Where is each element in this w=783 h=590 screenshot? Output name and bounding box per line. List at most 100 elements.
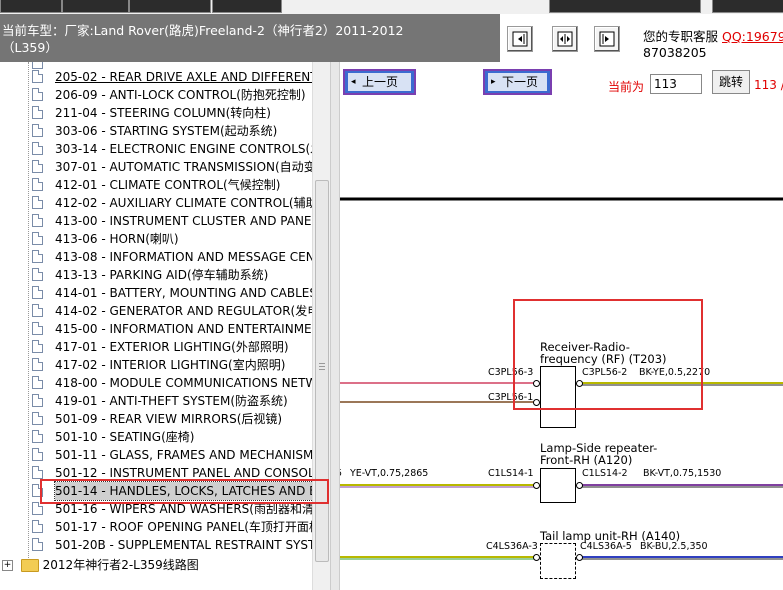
document-icon — [32, 430, 43, 443]
tree-item-label: 412-01 - CLIMATE CONTROL(气候控制) — [55, 178, 281, 192]
collapse-left-button[interactable] — [507, 26, 533, 52]
component-box[interactable] — [540, 543, 576, 579]
document-icon — [32, 160, 43, 173]
document-icon — [32, 340, 43, 353]
wire-label-prefix: 5 — [340, 468, 342, 479]
pin-connector — [576, 554, 583, 561]
document-icon — [32, 214, 43, 227]
tree-item-label: 501-17 - ROOF OPENING PANEL(车顶打开面板) — [55, 520, 326, 534]
tree-item-label: 413-06 - HORN(喇叭) — [55, 232, 179, 246]
pin-label: C4LS36A-5 — [580, 541, 632, 552]
split-view-button[interactable] — [552, 26, 578, 52]
document-icon — [32, 232, 43, 245]
tree-item-label: 303-14 - ELECTRONIC ENGINE CONTROLS(发 — [55, 142, 323, 156]
tree-item-label: 501-09 - REAR VIEW MIRRORS(后视镜) — [55, 412, 283, 426]
tree-item-label: 501-14 - HANDLES, LOCKS, LATCHES AND E — [54, 481, 318, 501]
pin-label: C3PL56-3 — [488, 367, 534, 378]
scrollbar-thumb[interactable] — [315, 180, 329, 562]
pin-connector — [576, 482, 583, 489]
document-icon — [32, 106, 43, 119]
tree-item-label: 415-00 - INFORMATION AND ENTERTAINMEN — [55, 322, 321, 336]
service-contact: 您的专职客服 QQ:19679 87038205 — [643, 29, 783, 61]
tree-item-label: 414-02 - GENERATOR AND REGULATOR(发电 — [55, 304, 320, 318]
document-icon — [32, 88, 43, 101]
header: 当前车型：厂家:Land Rover(路虎)Freeland-2（神行者2）20… — [0, 14, 783, 62]
top-toolbar-button[interactable] — [712, 0, 783, 13]
tree-item-label: 307-01 - AUTOMATIC TRANSMISSION(自动变 — [55, 160, 316, 174]
vehicle-info: 当前车型：厂家:Land Rover(路虎)Freeland-2（神行者2）20… — [0, 14, 500, 62]
tree-item-label: 501-12 - INSTRUMENT PANEL AND CONSOLE — [55, 466, 323, 480]
component-title: Front-RH (A120) — [540, 453, 633, 467]
tree-item-label: 413-13 - PARKING AID(停车辅助系统) — [55, 268, 269, 282]
service-phone: 87038205 — [643, 45, 707, 60]
document-icon — [32, 538, 43, 551]
tree-item-label: 413-00 - INSTRUMENT CLUSTER AND PANEL — [55, 214, 319, 228]
wire-label: YE-VT,0.75,2865 — [350, 468, 429, 479]
tree-item-label: 501-20B - SUPPLEMENTAL RESTRAINT SYSTE — [55, 538, 323, 552]
document-icon — [32, 286, 43, 299]
tree-folder[interactable]: + 2012年神行者2-L359线路图 — [2, 556, 199, 574]
vehicle-info-line2: （L359） — [2, 40, 58, 55]
document-icon — [32, 124, 43, 137]
document-icon — [32, 142, 43, 155]
document-icon — [32, 268, 43, 281]
document-icon — [32, 448, 43, 461]
top-toolbar-button[interactable] — [62, 0, 129, 13]
wire-label: BK-VT,0.75,1530 — [643, 468, 722, 479]
tree-item-label: 211-04 - STEERING COLUMN(转向柱) — [55, 106, 271, 120]
top-toolbar-button[interactable] — [129, 0, 211, 13]
pin-label: C3PL56-2 — [582, 367, 628, 378]
wire-label: BK-BU,2.5,350 — [640, 541, 708, 552]
pin-label: C3PL56-1 — [488, 392, 534, 403]
collapse-right-button[interactable] — [594, 26, 620, 52]
tree-guide-line — [28, 62, 29, 562]
tree-item-label: 501-16 - WIPERS AND WASHERS(雨刮器和清洗 — [55, 502, 326, 516]
pane-splitter[interactable] — [330, 62, 340, 590]
vehicle-info-line1: 当前车型：厂家:Land Rover(路虎)Freeland-2（神行者2）20… — [2, 23, 404, 38]
document-icon — [32, 502, 43, 515]
tree-item-label: 303-06 - STARTING SYSTEM(起动系统) — [55, 124, 278, 138]
tree-item-label: 417-01 - EXTERIOR LIGHTING(外部照明) — [55, 340, 289, 354]
document-icon — [32, 394, 43, 407]
pin-connector — [533, 482, 540, 489]
component-title: frequency (RF) (T203) — [540, 352, 667, 366]
document-icon — [32, 196, 43, 209]
tree-item-label: 412-02 - AUXILIARY CLIMATE CONTROL(辅助 — [55, 196, 318, 210]
component-box[interactable] — [540, 366, 576, 428]
pin-connector — [576, 380, 583, 387]
top-toolbar-strip — [0, 0, 783, 14]
arrow-right-bar-icon — [599, 31, 615, 47]
document-icon — [32, 358, 43, 371]
tree-folder-label: 2012年神行者2-L359线路图 — [42, 558, 199, 572]
tree-item-label: 205-02 - REAR DRIVE AXLE AND DIFFERENT — [55, 70, 318, 84]
tree-item-label: 501-11 - GLASS, FRAMES AND MECHANISMS — [55, 448, 322, 462]
sidebar-scrollbar[interactable] — [312, 62, 330, 590]
tree-item-label: 414-01 - BATTERY, MOUNTING AND CABLES — [55, 286, 317, 300]
pin-label: C4LS36A-3 — [486, 541, 538, 552]
document-icon — [32, 304, 43, 317]
service-qq-link[interactable]: QQ:19679 — [722, 29, 783, 44]
wiring-diagram-pane: ◂上一页 ▸下一页 当前为 跳转 113 / Receiver-Radio- f… — [340, 62, 783, 590]
top-toolbar-button[interactable] — [0, 0, 62, 13]
top-toolbar-button[interactable] — [212, 0, 282, 13]
pin-label: C1LS14-2 — [582, 468, 628, 479]
arrows-split-icon — [557, 31, 573, 47]
document-icon — [32, 412, 43, 425]
tree-item-label: 417-02 - INTERIOR LIGHTING(室内照明) — [55, 358, 286, 372]
document-icon — [32, 466, 43, 479]
document-icon — [32, 62, 43, 69]
document-icon — [32, 322, 43, 335]
component-box[interactable] — [540, 468, 576, 503]
expand-plus-icon[interactable]: + — [2, 560, 13, 571]
tree-item-label: 501-10 - SEATING(座椅) — [55, 430, 195, 444]
tree-item-label: 206-09 - ANTI-LOCK CONTROL(防抱死控制) — [55, 88, 306, 102]
pin-connector — [533, 399, 540, 406]
diagram-wires — [340, 197, 783, 560]
arrow-left-bar-icon — [512, 31, 528, 47]
tree-item-label: 418-00 - MODULE COMMUNICATIONS NETWO — [55, 376, 327, 390]
document-icon — [32, 178, 43, 191]
document-icon — [32, 520, 43, 533]
document-icon — [32, 70, 43, 83]
folder-icon — [20, 559, 39, 572]
top-toolbar-button[interactable] — [549, 0, 701, 13]
